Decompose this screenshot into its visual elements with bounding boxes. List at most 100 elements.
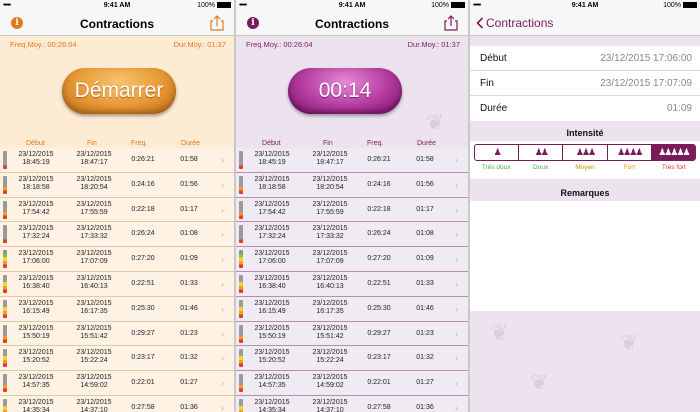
start-datetime-line: 23/12/2015 — [18, 349, 54, 357]
end-datetime-line: 23/12/2015 — [76, 200, 112, 208]
header-start: Début — [262, 140, 281, 147]
list-item[interactable]: 23/12/2015 18:45:19 23/12/2015 18:47:17 0:26… — [0, 148, 234, 173]
list-item[interactable]: 23/12/2015 17:54:42 23/12/2015 17:55:59 0:22… — [236, 197, 468, 223]
duration-value: 01:36 — [416, 403, 434, 411]
list-item[interactable]: 23/12/2015 16:15:49 23/12/2015 16:17:35 0:25… — [0, 296, 234, 322]
list-item[interactable]: 23/12/2015 17:32:24 23/12/2015 17:33:32 0:26… — [0, 222, 234, 248]
end-datetime-line: 23/12/2015 — [76, 225, 112, 233]
start-datetime: 23/12/2015 18:45:19 — [13, 151, 59, 167]
start-datetime-line: 15:20:52 — [22, 357, 50, 365]
intensity-option-2[interactable]: ♟♟ — [519, 145, 564, 160]
intensity-bar — [3, 299, 7, 318]
list-item[interactable]: 23/12/2015 18:45:19 23/12/2015 18:47:17 0:26… — [236, 148, 468, 173]
frequency-value: 0:22:51 — [367, 279, 391, 287]
screen-idle: ••••• 9:41 AM 100% i Contractions Freq.M… — [0, 0, 234, 412]
end-datetime: 23/12/2015 14:37:10 — [307, 399, 353, 412]
battery-icon — [451, 2, 465, 8]
list-item[interactable]: 23/12/2015 15:50:19 23/12/2015 15:51:42 0:29… — [236, 321, 468, 347]
start-datetime: 23/12/2015 15:20:52 — [249, 349, 295, 365]
back-button[interactable]: Contractions — [476, 16, 553, 30]
field-label: Fin — [480, 78, 494, 89]
end-datetime-line: 23/12/2015 — [312, 175, 348, 183]
intensity-option-5[interactable]: ♟♟♟♟♟ — [651, 145, 695, 160]
list-item[interactable]: 23/12/2015 17:06:00 23/12/2015 17:07:09 0:27… — [0, 247, 234, 272]
end-datetime: 23/12/2015 17:33:32 — [71, 225, 117, 241]
list-item[interactable]: 23/12/2015 17:54:42 23/12/2015 17:55:59 0:22… — [0, 197, 234, 223]
start-datetime-line: 23/12/2015 — [254, 200, 290, 208]
chevron-right-icon: › — [221, 402, 224, 412]
start-button[interactable]: Démarrer — [62, 68, 176, 114]
list-item[interactable]: 23/12/2015 14:57:35 23/12/2015 14:59:02 0:22… — [0, 371, 234, 396]
intensity-option-4[interactable]: ♟♟♟♟ — [608, 145, 652, 160]
share-icon[interactable] — [444, 15, 458, 31]
end-datetime-line: 23/12/2015 — [312, 151, 348, 158]
list-item[interactable]: 23/12/2015 18:18:58 23/12/2015 18:20:54 0:24… — [236, 172, 468, 198]
chevron-right-icon: › — [455, 303, 458, 314]
list-item[interactable]: 23/12/2015 14:35:34 23/12/2015 14:37:10 0:27… — [236, 395, 468, 412]
frequency-value: 0:22:01 — [131, 379, 155, 387]
end-datetime-line: 23/12/2015 — [76, 274, 112, 282]
start-datetime-line: 23/12/2015 — [18, 250, 54, 258]
end-datetime: 23/12/2015 17:07:09 — [71, 250, 117, 266]
intensity-bar — [3, 151, 7, 169]
end-datetime-line: 23/12/2015 — [312, 349, 348, 357]
chevron-right-icon: › — [221, 328, 224, 339]
end-datetime-line: 15:22:24 — [316, 357, 344, 365]
share-icon[interactable] — [210, 15, 224, 31]
stats-bar: Freq.Moy.: 00:26:04 Dur.Moy.: 01:37 — [0, 36, 234, 50]
end-datetime: 23/12/2015 16:17:35 — [307, 300, 353, 316]
duration-value: 01:09 — [416, 255, 434, 263]
intensity-option-3[interactable]: ♟♟♟ — [563, 145, 608, 160]
end-datetime: 23/12/2015 14:59:02 — [71, 374, 117, 390]
end-datetime: 23/12/2015 18:20:54 — [307, 176, 353, 192]
contraction-list: 23/12/2015 18:45:19 23/12/2015 18:47:17 0:26… — [236, 148, 468, 412]
list-item[interactable]: 23/12/2015 16:38:40 23/12/2015 16:40:13 0:22… — [236, 271, 468, 297]
battery-label: 100% — [197, 2, 215, 9]
intensity-control: ♟ ♟♟ ♟♟♟ ♟♟♟♟ ♟♟♟♟♟ Très doux Doux Moyen Fort Tr… — [470, 141, 700, 179]
end-datetime: 23/12/2015 15:22:24 — [71, 349, 117, 365]
start-datetime: 23/12/2015 16:38:40 — [13, 275, 59, 291]
list-item[interactable]: 23/12/2015 15:50:19 23/12/2015 15:51:42 0:29… — [0, 321, 234, 347]
battery-label: 100% — [663, 2, 681, 9]
status-bar: ••••• 9:41 AM 100% — [470, 0, 700, 12]
start-datetime-line: 16:15:49 — [22, 307, 50, 315]
chevron-right-icon: › — [221, 229, 224, 240]
notes-field[interactable] — [470, 201, 700, 311]
frequency-value: 0:26:21 — [131, 156, 155, 163]
screens: ••••• 9:41 AM 100% i Contractions Freq.M… — [0, 0, 700, 412]
chevron-right-icon: › — [455, 254, 458, 265]
list-item[interactable]: 23/12/2015 18:18:58 23/12/2015 18:20:54 0:24… — [0, 172, 234, 198]
battery-icon — [217, 2, 231, 8]
field-end[interactable]: Fin 23/12/2015 17:07:09 — [470, 71, 700, 96]
start-datetime-line: 17:32:24 — [258, 233, 286, 241]
duration-value: 01:27 — [416, 379, 434, 387]
intensity-option-1[interactable]: ♟ — [475, 145, 520, 160]
list-item[interactable]: 23/12/2015 17:06:00 23/12/2015 17:07:09 0:27… — [236, 247, 468, 272]
end-datetime: 23/12/2015 14:37:10 — [71, 399, 117, 412]
end-datetime: 23/12/2015 15:51:42 — [71, 325, 117, 341]
end-datetime-line: 17:55:59 — [316, 208, 344, 216]
timer-button[interactable]: 00:14 — [288, 68, 402, 114]
list-item[interactable]: 23/12/2015 16:38:40 23/12/2015 16:40:13 0:22… — [0, 271, 234, 297]
field-start[interactable]: Début 23/12/2015 17:06:00 — [470, 46, 700, 71]
end-datetime-line: 23/12/2015 — [76, 349, 112, 357]
start-datetime: 23/12/2015 17:54:42 — [13, 201, 59, 217]
chevron-right-icon: › — [455, 353, 458, 364]
end-datetime-line: 14:37:10 — [80, 406, 108, 412]
start-datetime-line: 23/12/2015 — [18, 398, 54, 406]
list-item[interactable]: 23/12/2015 17:32:24 23/12/2015 17:33:32 0:26… — [236, 222, 468, 248]
battery-label: 100% — [431, 2, 449, 9]
end-datetime: 23/12/2015 14:59:02 — [307, 374, 353, 390]
list-item[interactable]: 23/12/2015 15:20:52 23/12/2015 15:22:24 0:23… — [236, 346, 468, 372]
start-datetime-line: 16:15:49 — [258, 307, 286, 315]
frequency-value: 0:26:24 — [367, 230, 391, 238]
field-value: 23/12/2015 17:06:00 — [600, 53, 692, 64]
list-item[interactable]: 23/12/2015 15:20:52 23/12/2015 15:22:24 0:23… — [0, 346, 234, 372]
end-datetime-line: 18:20:54 — [80, 183, 108, 191]
list-item[interactable]: 23/12/2015 14:57:35 23/12/2015 14:59:02 0:22… — [236, 371, 468, 396]
list-item[interactable]: 23/12/2015 14:35:34 23/12/2015 14:37:10 0:27… — [0, 395, 234, 412]
start-datetime: 23/12/2015 14:57:35 — [249, 374, 295, 390]
paw-decoration: ❦ — [426, 110, 445, 135]
start-datetime-line: 14:35:34 — [22, 406, 50, 412]
list-item[interactable]: 23/12/2015 16:15:49 23/12/2015 16:17:35 0:25… — [236, 296, 468, 322]
